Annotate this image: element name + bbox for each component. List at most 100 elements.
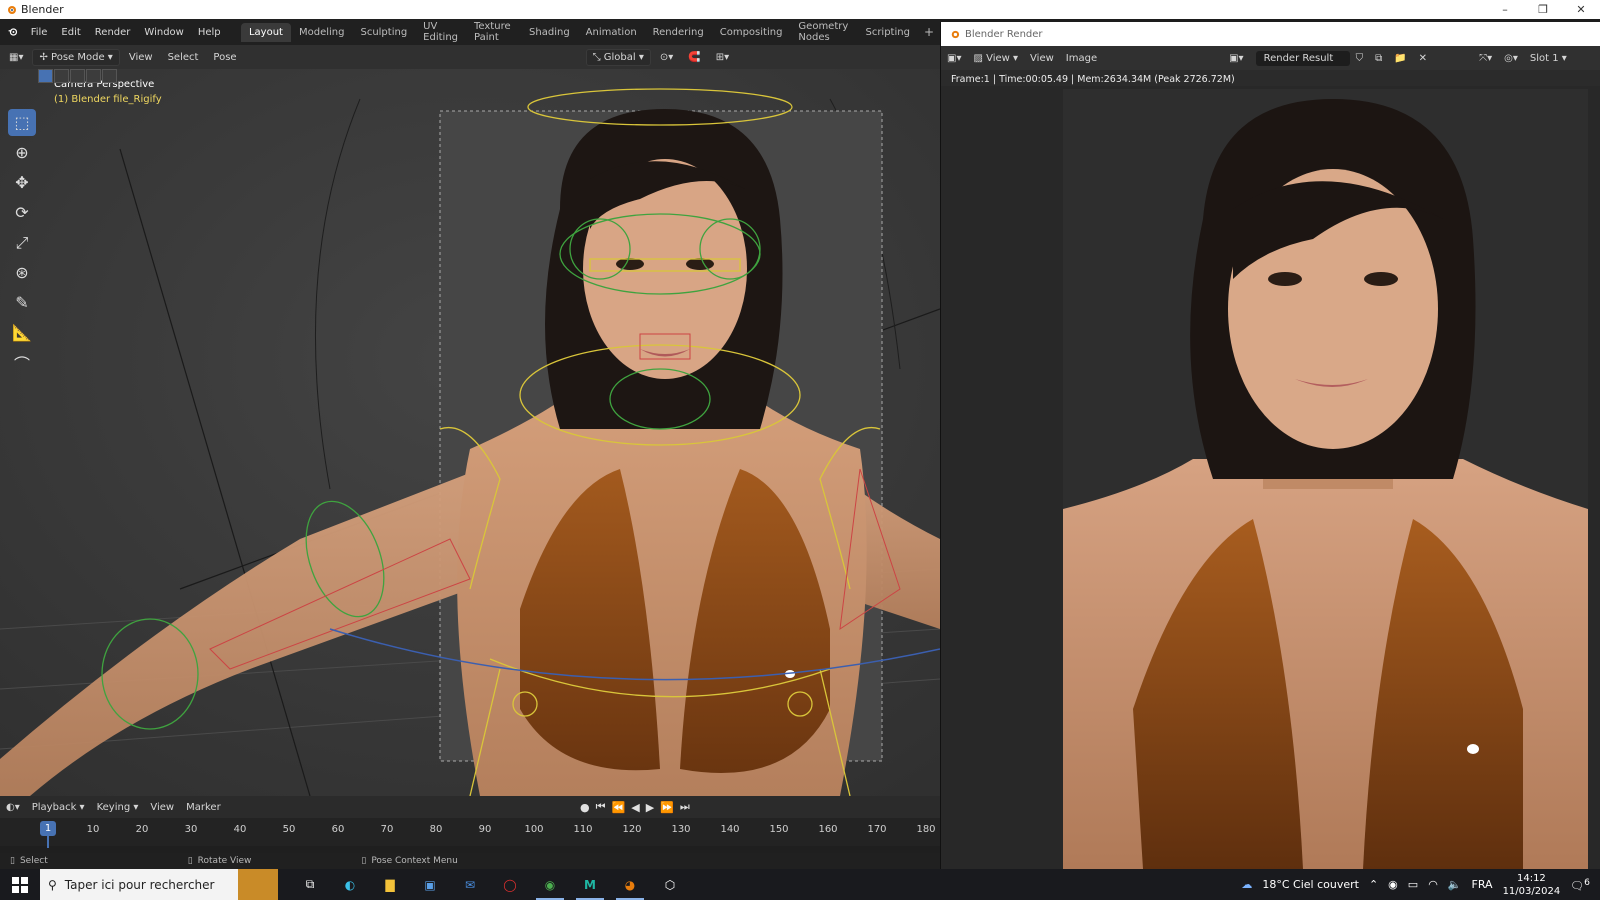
menu-help[interactable]: Help (191, 27, 228, 38)
snap-icon[interactable]: 🧲 (682, 50, 706, 65)
view-mode-dropdown[interactable]: ▨ View ▾ (967, 53, 1024, 64)
tab-compositing[interactable]: Compositing (712, 23, 791, 42)
slot-dropdown[interactable]: Slot 1 ▾ (1524, 53, 1573, 64)
record-tray-icon[interactable]: ◉ (1388, 878, 1398, 891)
menu-image[interactable]: Image (1060, 53, 1103, 64)
tab-sculpting[interactable]: Sculpting (352, 23, 415, 42)
scale-icon[interactable]: ⤢ (8, 229, 36, 256)
app-m-icon[interactable]: M (570, 869, 610, 900)
move-icon[interactable]: ✥ (8, 169, 36, 196)
bone-envelope-icon[interactable]: ⌒ (8, 349, 36, 376)
image-name-field[interactable]: Render Result (1255, 50, 1350, 66)
select-extend-icon[interactable] (54, 69, 69, 83)
clock[interactable]: 14:12 11/03/2024 (1503, 872, 1561, 898)
store-icon[interactable]: ▣ (410, 869, 450, 900)
orientation-label: Global (603, 51, 636, 63)
select-invert-icon[interactable] (86, 69, 101, 83)
play-icon[interactable]: ▶ (646, 801, 654, 814)
opera-icon[interactable]: ◯ (490, 869, 530, 900)
blender-taskbar-icon[interactable]: ◕ (610, 869, 650, 900)
language-indicator[interactable]: FRA (1472, 878, 1493, 891)
taskbar-search[interactable]: ⚲ Taper ici pour rechercher (40, 869, 278, 900)
timeline-editor-icon[interactable]: ◐▾ (0, 802, 26, 813)
editor-type-icon[interactable]: ▦▾ (3, 50, 29, 65)
menu-render-view[interactable]: View (1024, 53, 1060, 64)
menu-view[interactable]: View (123, 50, 159, 65)
notifications-icon[interactable]: 🗨6 (1570, 877, 1590, 893)
3d-viewport[interactable]: Camera Perspective (1) Blender file_Rigi… (0, 69, 940, 796)
unlink-image-icon[interactable]: ✕ (1413, 53, 1433, 64)
menu-edit[interactable]: Edit (54, 27, 87, 38)
frame-cursor-line (47, 836, 49, 848)
menu-window[interactable]: Window (137, 27, 190, 38)
cursor-icon[interactable]: ⊕ (8, 139, 36, 166)
jump-end-icon[interactable]: ⏭ (680, 800, 690, 814)
tab-animation[interactable]: Animation (578, 23, 645, 42)
windows-start-icon[interactable] (0, 869, 40, 900)
tab-modeling[interactable]: Modeling (291, 23, 353, 42)
3d-app-icon[interactable]: ⬡ (650, 869, 690, 900)
menu-select[interactable]: Select (162, 50, 205, 65)
tab-layout[interactable]: Layout (240, 22, 291, 42)
tab-shading[interactable]: Shading (521, 23, 578, 42)
maximize-button[interactable]: ❐ (1524, 3, 1562, 16)
select-new-icon[interactable] (38, 69, 53, 83)
close-button[interactable]: ✕ (1562, 3, 1600, 16)
timeline-tick: 180 (916, 824, 936, 835)
meet-icon[interactable]: ▭ (1408, 878, 1418, 891)
tab-geometry-nodes[interactable]: Geometry Nodes (790, 17, 857, 47)
play-reverse-icon[interactable]: ◀ (631, 801, 639, 814)
tab-scripting[interactable]: Scripting (857, 23, 917, 42)
blender-menu-icon[interactable] (8, 24, 18, 40)
rotate-icon[interactable]: ⟳ (8, 199, 36, 226)
weather-text[interactable]: 18°C Ciel couvert (1262, 878, 1359, 891)
tab-texture-paint[interactable]: Texture Paint (466, 17, 521, 47)
overlay-icon[interactable]: ◎▾ (1498, 53, 1524, 64)
orientation-dropdown[interactable]: ⤡ Global ▾ (585, 48, 651, 66)
timeline-ruler[interactable]: 1 10 20 30 40 50 60 70 80 90 100 110 120… (0, 818, 940, 848)
render-canvas[interactable] (941, 86, 1600, 869)
volume-icon[interactable]: 🔈 (1448, 878, 1462, 891)
next-keyframe-icon[interactable]: ⏩ (660, 801, 674, 814)
menu-file[interactable]: File (24, 27, 55, 38)
mode-dropdown[interactable]: ✢ Pose Mode ▾ (32, 48, 120, 66)
add-workspace-button[interactable]: + (918, 25, 940, 39)
fake-user-icon[interactable]: ⛉ (1350, 53, 1370, 64)
menu-timeline-view[interactable]: View (144, 802, 180, 813)
select-box-icon[interactable]: ⬚ (8, 109, 36, 136)
menu-render[interactable]: Render (88, 27, 138, 38)
chrome-icon[interactable]: ◉ (530, 869, 570, 900)
image-editor-type-icon[interactable]: ▣▾ (941, 53, 967, 64)
measure-icon[interactable]: 📐 (8, 319, 36, 346)
current-frame-indicator[interactable]: 1 (40, 821, 56, 836)
menu-marker[interactable]: Marker (180, 802, 227, 813)
wifi-icon[interactable]: ◠ (1428, 878, 1438, 891)
mail-icon[interactable]: ✉ (450, 869, 490, 900)
image-browse-icon[interactable]: ▣▾ (1223, 53, 1249, 64)
new-image-icon[interactable]: ⧉ (1369, 53, 1388, 64)
select-subtract-icon[interactable] (70, 69, 85, 83)
chevron-up-icon[interactable]: ⌃ (1369, 878, 1378, 891)
task-view-icon[interactable]: ⧉ (290, 869, 330, 900)
edge-icon[interactable]: ◐ (330, 869, 370, 900)
prev-keyframe-icon[interactable]: ⏪ (612, 801, 626, 814)
record-icon[interactable]: ● (580, 801, 590, 814)
menu-pose[interactable]: Pose (207, 50, 242, 65)
transform-icon[interactable]: ⊛ (8, 259, 36, 286)
tab-uv-editing[interactable]: UV Editing (415, 17, 466, 47)
weather-icon[interactable]: ☁ (1241, 878, 1252, 891)
search-placeholder: Taper ici pour rechercher (64, 877, 215, 892)
annotate-icon[interactable]: ✎ (8, 289, 36, 316)
gizmo-icon[interactable]: ⤧▾ (1473, 53, 1498, 64)
menu-playback[interactable]: Playback ▾ (26, 802, 91, 813)
minimize-button[interactable]: – (1486, 3, 1524, 16)
jump-start-icon[interactable]: ⏮ (596, 800, 606, 814)
open-image-icon[interactable]: 📁 (1388, 53, 1412, 64)
select-intersect-icon[interactable] (102, 69, 117, 83)
snap-target-icon[interactable]: ⊞▾ (710, 50, 735, 65)
pivot-icon[interactable]: ⊙▾ (654, 50, 679, 65)
timeline-tick: 110 (573, 824, 593, 835)
menu-keying[interactable]: Keying ▾ (91, 802, 145, 813)
file-explorer-icon[interactable]: ▇ (370, 869, 410, 900)
tab-rendering[interactable]: Rendering (645, 23, 712, 42)
